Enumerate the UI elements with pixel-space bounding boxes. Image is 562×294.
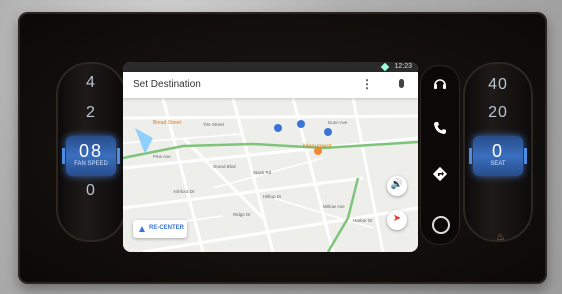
compass-icon: ➤	[392, 213, 402, 224]
more-icon[interactable]: ⋮	[361, 77, 373, 91]
water-feature	[135, 128, 153, 154]
poi-marker	[324, 128, 332, 136]
android-auto-screen: 12:23 Bread Street Monument Tire Street …	[123, 62, 418, 252]
dial-selected-value[interactable]: 0 SEAT	[469, 136, 527, 176]
route-line	[326, 177, 360, 252]
dial-tick: 40	[488, 76, 508, 93]
dial-tick: 20	[488, 104, 508, 121]
search-bar[interactable]: Set Destination ⋮	[123, 72, 418, 98]
phone-icon[interactable]	[421, 121, 459, 139]
headphones-icon[interactable]	[421, 76, 459, 94]
dial-value: 08	[78, 141, 104, 161]
dial-indicator	[117, 148, 120, 164]
dial-indicator	[524, 148, 527, 164]
map-label: Monument	[303, 144, 332, 150]
map-label: Willow Ave	[323, 204, 345, 209]
left-climate-dial[interactable]: 4 2 08 FAN SPEED 0	[56, 62, 126, 242]
right-climate-dial[interactable]: 40 20 0 SEAT	[463, 62, 533, 242]
map-label: Ridge Dr	[233, 212, 251, 217]
dial-sublabel: SEAT	[490, 161, 506, 167]
dial-tick: 0	[86, 182, 96, 199]
navigation-arrow-icon	[139, 226, 145, 232]
volume-button[interactable]: 🔊	[387, 176, 407, 196]
map-label: Grand Blvd	[213, 164, 236, 169]
map-label: Bread Street	[153, 120, 182, 126]
microphone-icon[interactable]	[399, 79, 404, 88]
signal-icon	[380, 62, 390, 72]
dial-selected-value[interactable]: 08 FAN SPEED	[62, 136, 120, 176]
status-time: 12:23	[394, 63, 412, 70]
recenter-label: RE-CENTER	[149, 225, 185, 231]
dial-tick: 2	[86, 104, 96, 121]
dial-sublabel: FAN SPEED	[74, 161, 108, 167]
map-label: Dunn Ave	[328, 120, 348, 125]
volume-icon: 🔊	[390, 179, 404, 190]
recenter-button[interactable]: RE-CENTER	[133, 220, 187, 238]
map-label: Pine Ave	[153, 154, 171, 159]
app-rail	[420, 65, 460, 245]
compass-button[interactable]: ➤	[387, 210, 407, 230]
poi-marker	[274, 124, 282, 132]
map-label: Hilltop Dr	[263, 194, 282, 199]
poi-marker	[297, 120, 305, 128]
status-bar: 12:23	[123, 62, 418, 72]
dial-value: 0	[491, 141, 504, 161]
map-label: Tire Street	[203, 122, 225, 127]
home-icon[interactable]	[432, 216, 450, 234]
map-label: Stack Rd	[253, 170, 272, 175]
dial-indicator	[469, 148, 472, 164]
search-input[interactable]: Set Destination	[133, 79, 201, 90]
directions-icon[interactable]	[421, 166, 459, 186]
map-label: Ashford Dr	[173, 189, 195, 194]
warning-icon: ♨	[496, 232, 505, 243]
dial-indicator	[62, 148, 65, 164]
dial-tick: 4	[86, 74, 96, 91]
map-label: Harbor Dr	[353, 218, 373, 223]
